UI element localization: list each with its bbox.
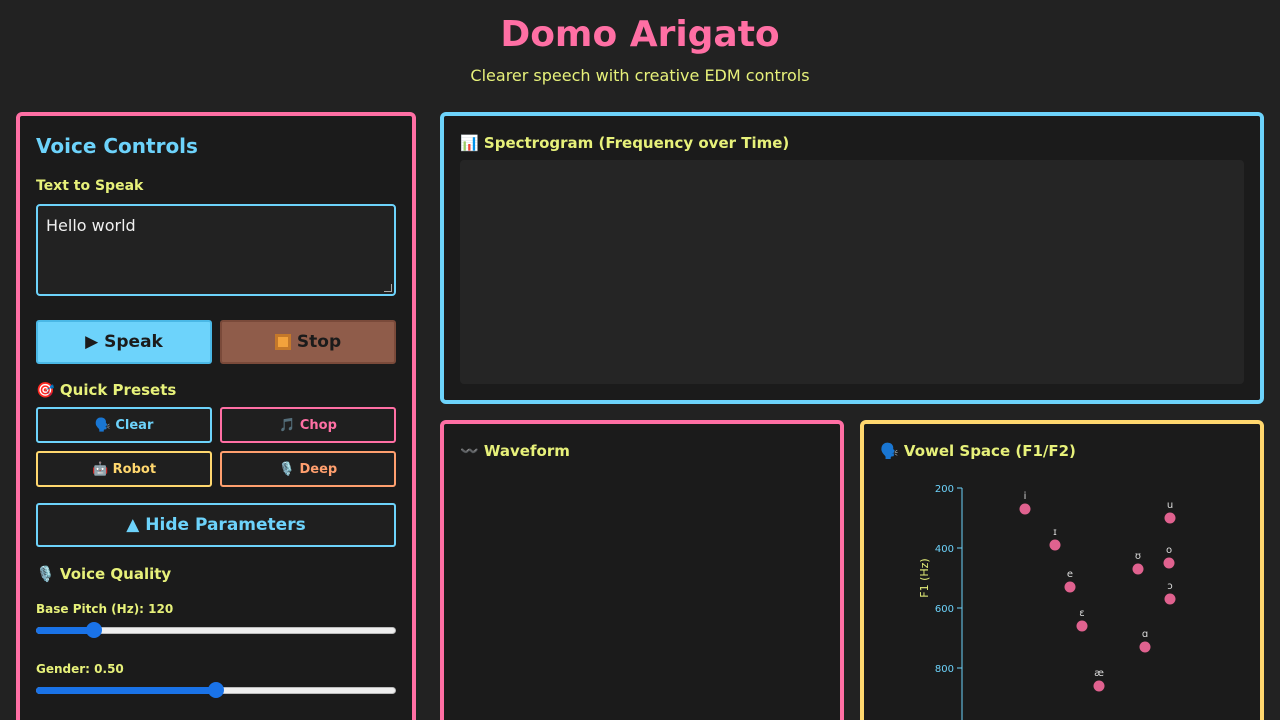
app-title: Domo Arigato [500, 14, 780, 55]
stop-button-label: Stop [296, 332, 342, 352]
preset-clear-button[interactable]: 🗣️ Clear [36, 407, 212, 443]
hide-parameters-label: ▲ Hide Parameters [126, 515, 306, 535]
speak-button-label: ▶ Speak [85, 332, 163, 352]
vowel-point-label: ɑ [1142, 629, 1148, 640]
preset-deep-label: 🎙️ Deep [278, 461, 338, 477]
vowel-point-label: ʊ [1135, 551, 1141, 562]
vowel-point [1132, 563, 1144, 575]
preset-robot-button[interactable]: 🤖 Robot [36, 451, 212, 487]
vowel-space-panel: 🗣️ Vowel Space (F1/F2) 200 400 600 800 F1 (… [860, 420, 1264, 720]
preset-clear-label: 🗣️ Clear [94, 417, 154, 433]
vowel-point-label: e [1067, 569, 1073, 580]
spectrogram-canvas [460, 160, 1244, 384]
vowel-space-chart: 200 400 600 800 F1 (Hz) i ɪ e ɛ æ ɑ ɔ o ʊ u [918, 484, 1176, 720]
y-ticks: 200 400 600 800 [935, 484, 962, 675]
vowel-point-label: u [1167, 500, 1173, 511]
preset-chop-label: 🎵 Chop [279, 417, 337, 433]
y-tick-label: 800 [935, 664, 954, 675]
gender-label: Gender: 0.50 [36, 662, 124, 676]
vowel-point [1049, 539, 1061, 551]
voice-quality-title: 🎙️ Voice Quality [36, 565, 172, 583]
waveform-panel: 〰️ Waveform [440, 420, 844, 720]
slider-fill [36, 687, 216, 694]
stop-icon [274, 334, 291, 350]
text-to-speak-input[interactable]: Hello world [36, 204, 396, 296]
gender-slider[interactable] [36, 682, 396, 698]
app-subtitle: Clearer speech with creative EDM control… [470, 66, 810, 85]
slider-thumb[interactable] [85, 622, 102, 638]
resize-grip-icon[interactable] [384, 284, 392, 292]
vowel-point [1093, 680, 1105, 692]
base-pitch-label: Base Pitch (Hz): 120 [36, 602, 174, 616]
preset-deep-button[interactable]: 🎙️ Deep [220, 451, 396, 487]
y-tick-label: 200 [935, 484, 954, 495]
y-tick-label: 400 [935, 544, 954, 555]
vowel-point [1064, 581, 1076, 593]
stop-button[interactable]: Stop [220, 320, 396, 364]
vowel-points: i ɪ e ɛ æ ɑ ɔ o ʊ u [1019, 491, 1176, 692]
y-tick-label: 600 [935, 604, 954, 615]
y-axis-label: F1 (Hz) [918, 558, 931, 597]
vowel-point [1139, 641, 1151, 653]
preset-chop-button[interactable]: 🎵 Chop [220, 407, 396, 443]
vowel-point-label: ɔ [1167, 581, 1173, 592]
preset-robot-label: 🤖 Robot [91, 461, 157, 477]
vowel-point-label: i [1024, 491, 1027, 502]
base-pitch-slider[interactable] [36, 622, 396, 638]
vowel-point [1164, 593, 1176, 605]
vowel-point-label: ɪ [1053, 527, 1057, 538]
vowel-point-label: æ [1094, 668, 1104, 679]
slider-fill [36, 627, 94, 634]
slider-thumb[interactable] [208, 682, 224, 698]
vowel-point [1019, 503, 1031, 515]
vowel-point-label: ɛ [1079, 608, 1084, 619]
quick-presets-title: 🎯 Quick Presets [36, 381, 177, 399]
voice-controls-panel: Voice Controls Text to Speak Hello world… [16, 112, 416, 720]
text-to-speak-label: Text to Speak [36, 178, 144, 194]
text-to-speak-value: Hello world [46, 216, 136, 235]
waveform-title: 〰️ Waveform [460, 442, 570, 460]
spectrogram-title: 📊 Spectrogram (Frequency over Time) [460, 134, 790, 152]
speak-button[interactable]: ▶ Speak [36, 320, 212, 364]
vowel-point [1164, 512, 1176, 524]
hide-parameters-button[interactable]: ▲ Hide Parameters [36, 503, 396, 547]
vowel-point-label: o [1166, 545, 1172, 556]
vowel-point [1076, 620, 1088, 632]
voice-controls-title: Voice Controls [36, 134, 198, 158]
vowel-point [1163, 557, 1175, 569]
spectrogram-panel: 📊 Spectrogram (Frequency over Time) [440, 112, 1264, 404]
